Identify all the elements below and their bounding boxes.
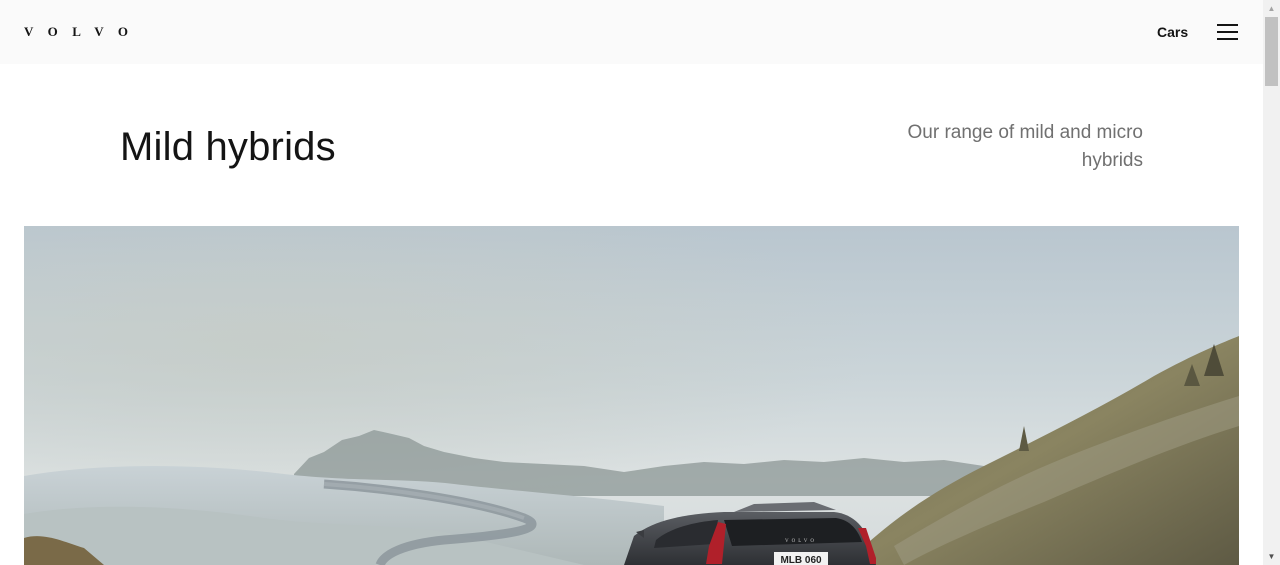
scrollbar-thumb[interactable] (1265, 17, 1278, 86)
scroll-down-arrow-icon[interactable]: ▼ (1263, 548, 1280, 565)
logo-wordmark: VOLVO (24, 24, 143, 39)
site-header: VOLVO Cars (0, 0, 1263, 64)
nav-cars-link[interactable]: Cars (1150, 22, 1195, 42)
menu-line (1217, 31, 1238, 33)
volvo-logo[interactable]: VOLVO (24, 24, 128, 40)
hamburger-menu-icon[interactable] (1212, 18, 1242, 46)
vertical-scrollbar[interactable]: ▲ ▼ (1263, 0, 1280, 565)
car-badge-text: VOLVO (785, 539, 817, 544)
hero-image: MLB 060 VOLVO (24, 226, 1239, 565)
license-plate-text: MLB 060 (780, 555, 822, 565)
scroll-up-arrow-icon[interactable]: ▲ (1263, 0, 1280, 17)
page-subtitle: Our range of mild and micro hybrids (907, 122, 1144, 171)
page: VOLVO Cars Mild hybrids Our range of mil… (0, 0, 1263, 565)
menu-line (1217, 24, 1238, 26)
menu-line (1217, 38, 1238, 40)
page-title: Mild hybrids (120, 125, 336, 169)
